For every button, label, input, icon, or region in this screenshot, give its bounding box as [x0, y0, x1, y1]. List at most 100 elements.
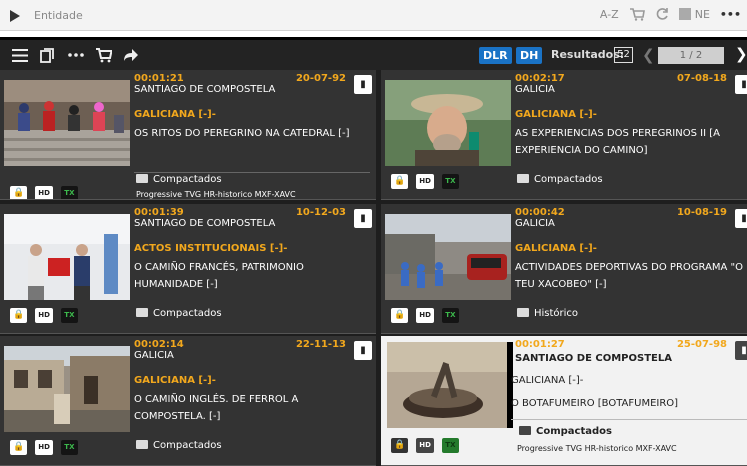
hd-badge[interactable]: HD — [416, 438, 434, 453]
divider — [134, 172, 370, 173]
card-chips: 🔒 HD TX — [391, 174, 459, 189]
folder-label: Compactados — [136, 440, 222, 451]
folder-label: Compactados — [517, 174, 603, 185]
video-thumbnail[interactable] — [4, 80, 130, 166]
result-card[interactable]: 00:01:39 10-12-03 ▮ SANTIAGO DE COMPOSTE… — [0, 204, 376, 334]
hd-badge[interactable]: HD — [35, 440, 53, 455]
film-icon[interactable]: ▮ — [354, 341, 372, 360]
sort-az-button[interactable]: A-Z — [600, 8, 619, 21]
card-title[interactable]: OS RITOS DO PEREGRINO NA CATEDRAL [-] — [134, 125, 370, 142]
lock-icon[interactable]: 🔒 — [10, 186, 28, 199]
hd-badge[interactable]: HD — [35, 308, 53, 323]
card-title[interactable]: O CAMIÑO INGLÉS. DE FERROL A COMPOSTELA.… — [134, 391, 370, 425]
entity-label[interactable]: Entidade — [34, 9, 83, 22]
date: 20-07-92 — [295, 73, 346, 84]
copy-icon[interactable] — [40, 48, 54, 63]
folder-icon — [517, 174, 529, 183]
menu-icon[interactable] — [12, 49, 28, 62]
card-title[interactable]: O BOTAFUMEIRO [BOTAFUMEIRO] — [511, 395, 747, 412]
lock-icon[interactable]: 🔒 — [391, 438, 409, 453]
language-flag-icon — [678, 8, 691, 20]
category: ACTOS INSTITUCIONAIS [-]- — [134, 243, 288, 254]
video-thumbnail[interactable] — [387, 342, 513, 428]
duration: 00:02:17 — [515, 73, 565, 84]
lock-icon[interactable]: 🔒 — [391, 174, 409, 189]
category: GALICIANA [-]- — [511, 375, 584, 386]
cart-add-icon[interactable] — [95, 48, 112, 63]
chevron-right-icon[interactable]: ❯ — [735, 45, 747, 63]
film-icon[interactable]: ▮ — [735, 209, 747, 228]
tx-badge[interactable]: TX — [441, 308, 459, 323]
more-icon[interactable] — [68, 53, 84, 57]
hd-badge[interactable]: HD — [35, 186, 53, 199]
location: GALICIA — [515, 84, 555, 95]
share-arrow-icon[interactable] — [123, 48, 139, 62]
results-toolbar: DLR DH Resultados: 52 ❮ 1 / 2 ❯ — [0, 40, 747, 70]
video-thumbnail[interactable] — [385, 80, 511, 166]
tx-badge[interactable]: TX — [60, 186, 78, 199]
card-title[interactable]: ACTIVIDADES DEPORTIVAS DO PROGRAMA "O TE… — [515, 259, 747, 293]
location: SANTIAGO DE COMPOSTELA — [134, 218, 276, 229]
film-icon[interactable]: ▮ — [354, 75, 372, 94]
lock-icon[interactable]: 🔒 — [10, 440, 28, 455]
top-bar-actions: A-Z NE ••• — [600, 7, 741, 21]
hd-badge[interactable]: HD — [416, 308, 434, 323]
result-card[interactable]: 00:02:14 22-11-13 ▮ GALICIA GALICIANA [-… — [0, 336, 376, 466]
card-chips: 🔒 HD TX — [391, 308, 459, 323]
tx-badge[interactable]: TX — [441, 438, 459, 453]
result-card[interactable]: 00:02:17 07-08-18 ▮ GALICIA GALICIANA [-… — [381, 70, 747, 200]
chevron-left-icon[interactable]: ❮ — [642, 46, 655, 64]
video-thumbnail[interactable] — [385, 214, 511, 300]
location: GALICIA — [134, 350, 174, 361]
play-icon[interactable] — [10, 10, 20, 22]
tx-badge[interactable]: TX — [60, 308, 78, 323]
card-title[interactable]: AS EXPERIENCIAS DOS PEREGRINOS II [A EXP… — [515, 125, 747, 159]
video-thumbnail[interactable] — [4, 346, 130, 432]
tx-badge[interactable]: TX — [60, 440, 78, 455]
category: GALICIANA [-]- — [515, 243, 597, 254]
duration: 00:00:42 — [515, 207, 565, 218]
result-card[interactable]: 00:01:21 20-07-92 ▮ SANTIAGO DE COMPOSTE… — [0, 70, 376, 200]
refresh-icon[interactable] — [655, 7, 669, 21]
cart-icon[interactable] — [629, 7, 645, 21]
duration: 00:01:27 — [515, 339, 565, 350]
program-label: Progressive TVG HR-historico MXF-XAVC — [517, 444, 677, 453]
folder-icon — [136, 308, 148, 317]
more-menu-button[interactable]: ••• — [720, 8, 741, 21]
page-indicator[interactable]: 1 / 2 — [658, 47, 724, 64]
film-icon[interactable]: ▮ — [735, 341, 747, 360]
dh-button[interactable]: DH — [516, 47, 543, 64]
film-icon[interactable]: ▮ — [354, 209, 372, 228]
result-card-selected[interactable]: 00:01:27 25-07-98 ▮ SANTIAGO DE COMPOSTE… — [381, 336, 747, 466]
divider — [511, 419, 747, 420]
date: 25-07-98 — [676, 339, 727, 350]
duration: 00:02:14 — [134, 339, 184, 350]
result-card[interactable]: 00:00:42 10-08-19 ▮ GALICIA GALICIANA [-… — [381, 204, 747, 334]
date: 07-08-18 — [676, 73, 727, 84]
duration: 00:01:39 — [134, 207, 184, 218]
folder-label: Histórico — [517, 308, 578, 319]
card-chips: 🔒 HD TX — [10, 440, 78, 455]
language-label[interactable]: NE — [695, 8, 710, 21]
date: 10-08-19 — [676, 207, 727, 218]
card-chips: 🔒 HD TX — [391, 438, 459, 453]
card-title[interactable]: O CAMIÑO FRANCÉS, PATRIMONIO HUMANIDADE … — [134, 259, 370, 293]
folder-icon — [136, 174, 148, 183]
location: SANTIAGO DE COMPOSTELA — [515, 353, 672, 364]
program-label: Progressive TVG HR-historico MXF-XAVC — [136, 190, 296, 199]
video-thumbnail[interactable] — [4, 214, 130, 300]
top-bar: Entidade A-Z NE ••• — [0, 0, 747, 31]
folder-icon — [517, 308, 529, 317]
folder-label: Compactados — [136, 308, 222, 319]
folder-icon — [136, 440, 148, 449]
tx-badge[interactable]: TX — [441, 174, 459, 189]
lock-icon[interactable]: 🔒 — [391, 308, 409, 323]
lock-icon[interactable]: 🔒 — [10, 308, 28, 323]
dlr-button[interactable]: DLR — [479, 47, 512, 64]
category: GALICIANA [-]- — [134, 109, 216, 120]
film-icon[interactable]: ▮ — [735, 75, 747, 94]
card-chips: 🔒 HD TX — [10, 186, 78, 199]
card-chips: 🔒 HD TX — [10, 308, 78, 323]
hd-badge[interactable]: HD — [416, 174, 434, 189]
category: GALICIANA [-]- — [134, 375, 216, 386]
